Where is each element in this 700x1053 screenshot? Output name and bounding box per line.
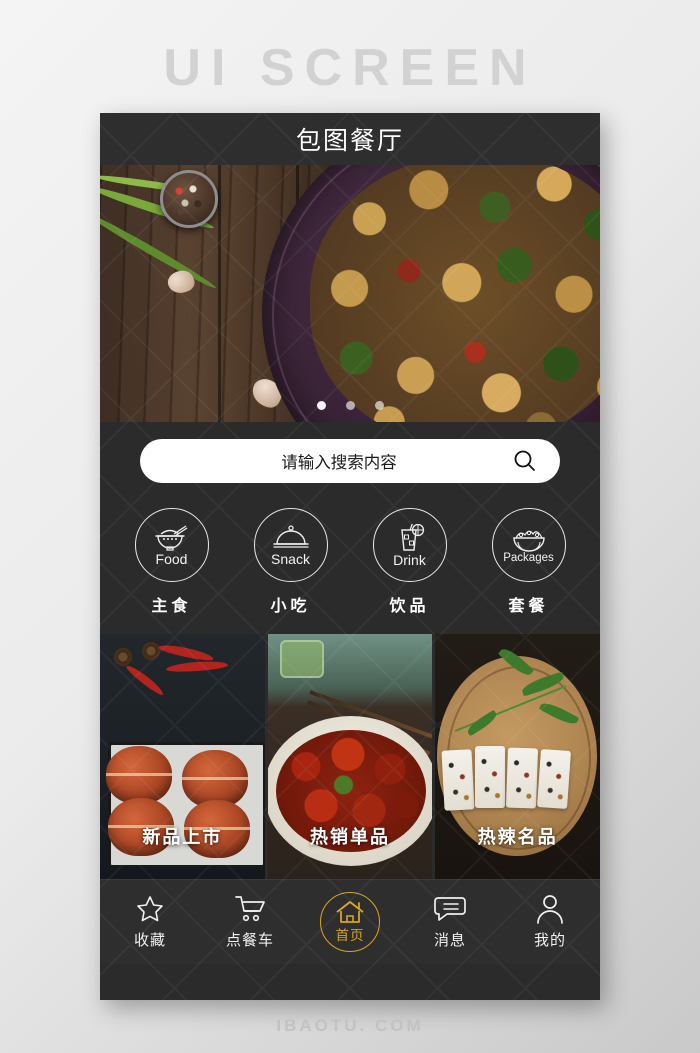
hero-carousel[interactable] <box>100 165 600 422</box>
cart-icon <box>235 896 265 922</box>
carousel-dot[interactable] <box>316 401 326 410</box>
category-item-drink[interactable]: Drink 饮品 <box>362 508 458 616</box>
promo-card-label: 热销单品 <box>310 827 390 848</box>
category-cn-label: 饮品 <box>389 596 430 615</box>
star-icon <box>137 896 163 922</box>
food-slice <box>506 747 539 809</box>
promo-card-row: 新品上市 热销单品 热辣名品 <box>100 634 600 879</box>
category-item-food[interactable]: Food 主食 <box>124 508 220 616</box>
food-slice <box>441 749 475 811</box>
food-slice <box>475 746 506 808</box>
promo-card-best-sellers[interactable]: 热销单品 <box>267 634 433 879</box>
salad-bowl-icon <box>512 530 545 552</box>
nav-label: 消息 <box>433 931 466 949</box>
nav-label: 收藏 <box>133 931 166 949</box>
cloche-icon <box>272 524 309 548</box>
search-bar[interactable]: 请输入搜索内容 <box>140 439 560 483</box>
promo-card-label: 新品上市 <box>142 827 223 848</box>
watermark-top: UI SCREEN <box>163 39 537 97</box>
bottom-navigation: 收藏 点餐车 首页 消息 我的 <box>100 879 600 964</box>
nav-item-profile[interactable]: 我的 <box>508 894 592 950</box>
peppercorn-jar <box>160 170 218 228</box>
promo-card-label: 热辣名品 <box>477 827 558 848</box>
carousel-dots[interactable] <box>100 401 600 410</box>
home-active-circle[interactable]: 首页 <box>320 892 380 952</box>
category-circle[interactable]: Packages <box>491 508 566 582</box>
category-en-label: Food <box>155 550 188 567</box>
carousel-dot[interactable] <box>345 401 355 410</box>
food-slice <box>537 749 572 809</box>
rice-bowl-icon <box>154 524 187 551</box>
peppercorn-dots <box>169 179 209 219</box>
nav-label: 我的 <box>533 931 566 949</box>
watermark-bottom: IBAOTU. COM <box>276 1016 424 1035</box>
message-icon <box>434 897 466 921</box>
category-item-snack[interactable]: Snack 小吃 <box>243 508 339 616</box>
search-input[interactable]: 请输入搜索内容 <box>140 449 512 473</box>
carousel-dot[interactable] <box>374 401 384 410</box>
promo-card-spicy-specials[interactable]: 热辣名品 <box>435 634 600 879</box>
nav-label: 首页 <box>335 927 365 944</box>
promo-card-new-arrivals[interactable]: 新品上市 <box>100 634 265 879</box>
wood-seam <box>218 165 221 422</box>
category-circle[interactable]: Drink <box>372 508 447 582</box>
app-header: 包图餐厅 <box>100 113 600 165</box>
category-en-label: Snack <box>271 550 310 567</box>
search-section: 请输入搜索内容 <box>100 422 600 500</box>
nav-item-messages[interactable]: 消息 <box>408 894 492 950</box>
category-cn-label: 主食 <box>151 596 192 615</box>
category-circle[interactable]: Food <box>134 508 209 582</box>
phone-panel: 包图餐厅 请输入搜索内容 Food 主食 Snack 小吃 Drink 饮品 P… <box>100 113 600 1000</box>
category-en-label: Drink <box>393 551 426 568</box>
category-row: Food 主食 Snack 小吃 Drink 饮品 Packages 套餐 <box>100 500 600 634</box>
page-title: 包图餐厅 <box>295 126 404 155</box>
nav-item-cart[interactable]: 点餐车 <box>208 894 292 950</box>
nav-item-favorites[interactable]: 收藏 <box>108 894 192 950</box>
nav-label: 点餐车 <box>225 931 274 949</box>
drink-glass-decor <box>279 640 324 678</box>
person-icon <box>537 895 563 924</box>
category-item-packages[interactable]: Packages 套餐 <box>481 508 577 616</box>
drink-glass-icon <box>400 523 424 551</box>
home-icon <box>336 900 364 923</box>
category-cn-label: 套餐 <box>508 596 549 615</box>
category-circle[interactable]: Snack <box>253 508 328 582</box>
nav-item-home[interactable]: 首页 <box>308 892 392 952</box>
category-en-label: Packages <box>503 551 554 564</box>
food-stirfry <box>310 165 600 422</box>
search-icon[interactable] <box>512 448 538 474</box>
crab <box>106 746 172 804</box>
category-cn-label: 小吃 <box>270 596 311 615</box>
